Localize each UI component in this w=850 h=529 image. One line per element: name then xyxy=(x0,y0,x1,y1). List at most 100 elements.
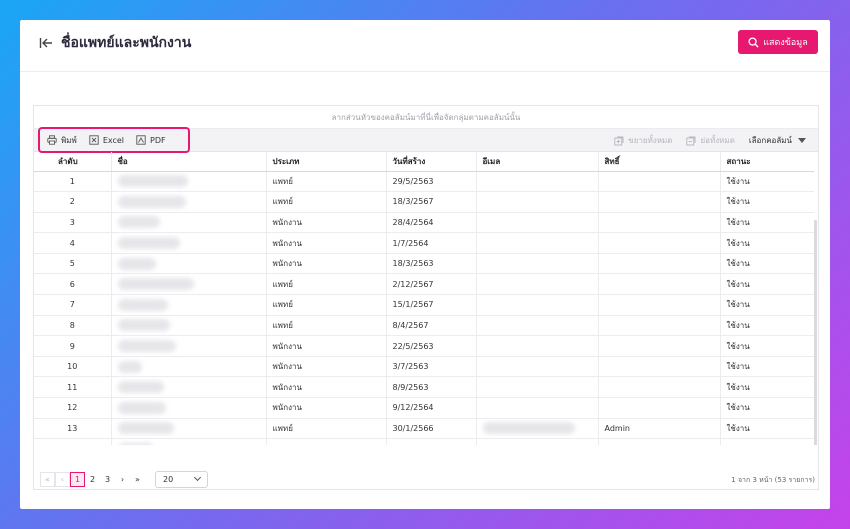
page-size-select[interactable]: 20 xyxy=(155,470,208,488)
cell-type: พนักงาน xyxy=(266,376,387,399)
cell-index: 13 xyxy=(34,418,112,440)
page-header: ชื่อแพทย์และพนักงาน แสดงข้อมูล xyxy=(20,20,830,72)
cell-role xyxy=(598,294,721,316)
cell-name-redacted xyxy=(111,397,267,419)
table-row[interactable]: 8 แพทย์ 8/4/2567 ใช้งาน xyxy=(34,315,814,337)
page-button-3[interactable]: 3 xyxy=(100,472,115,487)
export-pdf-button[interactable]: PDF xyxy=(136,135,166,145)
redacted-name-blur xyxy=(117,195,186,208)
redacted-name-blur xyxy=(117,216,160,229)
redacted-name-blur xyxy=(117,401,166,414)
cell-index: 14 xyxy=(34,438,112,445)
cell-status: ใช้งาน xyxy=(720,335,814,357)
cell-name-redacted xyxy=(111,253,267,275)
cell-created-date: 2/12/2567 xyxy=(386,273,477,296)
table-row[interactable]: 4 พนักงาน 1/7/2564 ใช้งาน xyxy=(34,232,814,254)
cell-status: ใช้งาน xyxy=(720,438,814,445)
cell-type: พนักงาน xyxy=(266,397,387,419)
last-page-button[interactable]: » xyxy=(130,472,145,487)
collapse-all-label: ย่อทั้งหมด xyxy=(700,136,735,145)
print-label: พิมพ์ xyxy=(61,135,77,145)
app-window: ชื่อแพทย์และพนักงาน แสดงข้อมูล ลากส่วนหั… xyxy=(20,20,830,509)
cell-status: ใช้งาน xyxy=(720,171,814,193)
export-excel-button[interactable]: Excel xyxy=(89,135,124,145)
redacted-name-blur xyxy=(117,340,176,353)
cell-role xyxy=(598,232,721,254)
table-row[interactable]: 7 แพทย์ 15/1/2567 ใช้งาน xyxy=(34,294,814,316)
col-header-role[interactable]: สิทธิ์ xyxy=(598,152,721,172)
cell-status: ใช้งาน xyxy=(720,273,814,296)
cell-email xyxy=(476,335,599,357)
table-row[interactable]: 6 แพทย์ 2/12/2567 ใช้งาน xyxy=(34,273,814,296)
cell-created-date: 3/7/2563 xyxy=(386,356,477,378)
cell-email xyxy=(476,212,599,234)
cell-email xyxy=(476,253,599,275)
cell-index: 2 xyxy=(34,191,112,213)
cell-created-date: 15/1/2567 xyxy=(386,294,477,316)
collapse-sidebar-icon[interactable] xyxy=(39,36,53,50)
page-size-value: 20 xyxy=(163,474,174,484)
cell-created-date: 18/3/2563 xyxy=(386,253,477,275)
chevron-down-icon xyxy=(193,473,202,482)
table-header-row: ลำดับ ชื่อ ประเภท วันที่สร้าง อีเมล สิทธ… xyxy=(34,152,814,172)
cell-name-redacted xyxy=(111,294,267,316)
cell-status: ใช้งาน xyxy=(720,253,814,275)
table-row[interactable]: 14 พนักงาน18/6/2567 ใช้งาน xyxy=(34,438,814,445)
column-chooser-dropdown[interactable]: เลือกคอลัมน์ xyxy=(749,134,806,147)
pdf-icon xyxy=(136,135,146,145)
redacted-name-blur xyxy=(117,175,188,188)
expand-all-button[interactable]: ขยายทั้งหมด xyxy=(614,134,672,147)
cell-name-redacted xyxy=(111,273,267,296)
redacted-name-blur xyxy=(117,360,142,373)
cell-name-redacted xyxy=(111,438,267,445)
cell-role xyxy=(598,171,721,193)
page-button-2[interactable]: 2 xyxy=(85,472,100,487)
table-row[interactable]: 10 พนักงาน 3/7/2563 ใช้งาน xyxy=(34,356,814,378)
collapse-all-button[interactable]: ย่อทั้งหมด xyxy=(686,134,735,147)
redacted-email-blur xyxy=(482,422,575,435)
page-button-1[interactable]: 1 xyxy=(70,471,85,487)
cell-type: พนักงาน xyxy=(266,356,387,378)
cell-name-redacted xyxy=(111,418,267,440)
cell-role xyxy=(598,376,721,399)
cell-name-redacted xyxy=(111,356,267,378)
cell-name-redacted xyxy=(111,212,267,234)
vertical-scrollbar[interactable] xyxy=(814,220,817,445)
cell-created-date: 22/5/2563 xyxy=(386,335,477,357)
table-row[interactable]: 13 แพทย์ 30/1/2566 Admin ใช้งาน xyxy=(34,418,814,440)
table-row[interactable]: 12 พนักงาน 9/12/2564 ใช้งาน xyxy=(34,397,814,419)
cell-type: พนักงาน xyxy=(266,212,387,234)
col-header-index[interactable]: ลำดับ xyxy=(34,152,112,172)
cell-type: พนักงาน xyxy=(266,253,387,275)
table-row[interactable]: 3 พนักงาน 28/4/2564 ใช้งาน xyxy=(34,212,814,234)
table-row[interactable]: 5 พนักงาน 18/3/2563 ใช้งาน xyxy=(34,253,814,275)
group-panel[interactable]: ลากส่วนหัวของคอลัมน์มาที่นี่เพื่อจัดกลุ่… xyxy=(34,106,818,129)
col-header-name[interactable]: ชื่อ xyxy=(111,152,267,172)
col-header-status[interactable]: สถานะ xyxy=(720,152,814,172)
cell-role xyxy=(598,191,721,213)
table-row[interactable]: 11 พนักงาน 8/9/2563 ใช้งาน xyxy=(34,376,814,399)
col-header-type[interactable]: ประเภท xyxy=(266,152,387,172)
print-button[interactable]: พิมพ์ xyxy=(47,134,77,147)
table-row[interactable]: 9 พนักงาน 22/5/2563 ใช้งาน xyxy=(34,335,814,357)
table-row[interactable]: 1 แพทย์ 29/5/2563 ใช้งาน xyxy=(34,171,814,193)
redacted-name-blur xyxy=(117,319,170,332)
next-page-button[interactable]: › xyxy=(115,472,130,487)
first-page-button[interactable]: « xyxy=(40,471,55,487)
cell-type: พนักงาน xyxy=(266,335,387,357)
col-header-created[interactable]: วันที่สร้าง xyxy=(386,152,477,172)
col-header-email[interactable]: อีเมล xyxy=(476,152,599,172)
cell-index: 12 xyxy=(34,397,112,419)
redacted-name-blur xyxy=(117,237,180,250)
cell-name-redacted xyxy=(111,335,267,357)
prev-page-button[interactable]: ‹ xyxy=(55,471,70,487)
table-row[interactable]: 2 แพทย์ 18/3/2567 ใช้งาน xyxy=(34,191,814,213)
excel-icon xyxy=(89,135,99,145)
cell-index: 4 xyxy=(34,232,112,254)
show-data-button[interactable]: แสดงข้อมูล xyxy=(738,30,818,54)
cell-role xyxy=(598,253,721,275)
cell-created-date: 18/6/2567 xyxy=(386,438,477,445)
column-chooser-label: เลือกคอลัมน์ xyxy=(748,136,792,145)
cell-status: ใช้งาน xyxy=(720,191,814,213)
cell-created-date: 8/9/2563 xyxy=(386,376,477,399)
